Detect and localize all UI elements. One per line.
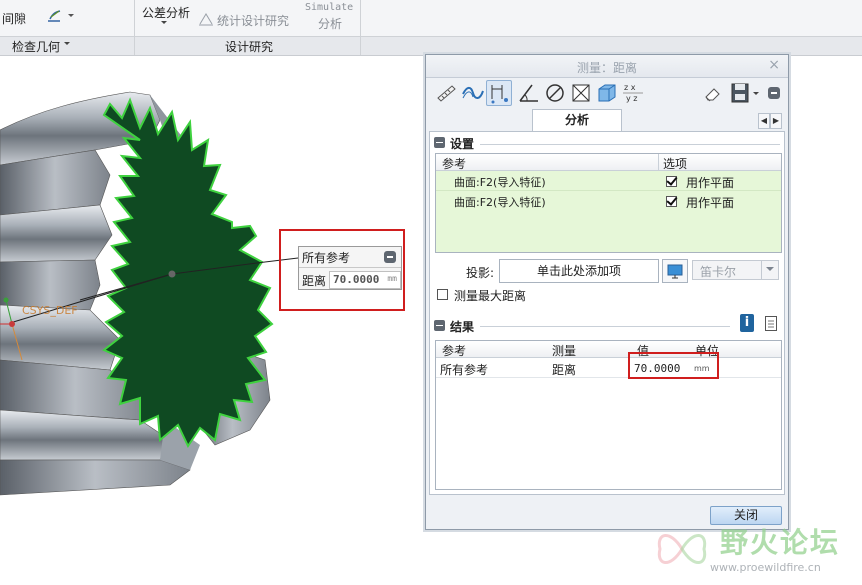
- callout-unit: mm: [387, 274, 397, 283]
- volume-measure-icon[interactable]: [594, 80, 620, 106]
- save-icon[interactable]: [728, 80, 754, 106]
- chevron-down-icon[interactable]: [761, 261, 778, 279]
- table-header: 参考 选项: [436, 154, 781, 171]
- table-row[interactable]: 所有参考 距离 70.0000 mm: [436, 359, 781, 378]
- section-divider: [480, 144, 780, 145]
- table-row[interactable]: 曲面:F2(导入特征) 用作平面: [436, 192, 781, 210]
- svg-text:z x: z x: [624, 83, 636, 92]
- measure-toolbar: z x y z: [432, 80, 784, 108]
- measure-distance-dialog: 测量：距离 × z x y z 分析 ◀ ▶ 设置 参考 选项 曲面:F2(导入特…: [425, 54, 789, 530]
- length-measure-icon[interactable]: [434, 80, 460, 106]
- collapse-dialog-icon[interactable]: [768, 87, 780, 99]
- curve-length-icon[interactable]: [460, 80, 486, 106]
- section-divider: [480, 326, 730, 327]
- butterfly-logo-icon: [657, 534, 707, 564]
- max-distance-checkbox[interactable]: [437, 289, 448, 300]
- dialog-title: 测量：距离: [576, 61, 637, 75]
- option-cell: 用作平面: [686, 176, 735, 190]
- watermark-url: www.proewildfire.cn: [710, 561, 821, 574]
- result-measure: 距离: [552, 363, 577, 377]
- table-header: 参考 测量 值 单位: [436, 341, 781, 358]
- measure-callout[interactable]: 所有参考 距离 70.0000 mm: [298, 246, 402, 290]
- analysis-panel: 设置 参考 选项 曲面:F2(导入特征) 用作平面 曲面:F2(导入特征) 用作…: [429, 131, 785, 495]
- info-icon[interactable]: i: [740, 314, 754, 332]
- setup-section-title: 设置: [450, 137, 475, 151]
- svg-text:y z: y z: [626, 94, 637, 103]
- callout-distance-label: 距离: [302, 274, 327, 288]
- monitor-icon[interactable]: [662, 259, 688, 283]
- eraser-icon[interactable]: [700, 80, 726, 106]
- setup-reference-table[interactable]: 参考 选项 曲面:F2(导入特征) 用作平面 曲面:F2(导入特征) 用作平面: [435, 153, 782, 253]
- tolerance-analysis-button[interactable]: 公差分析: [142, 4, 190, 21]
- distance-measure-icon[interactable]: [486, 80, 512, 106]
- max-distance-label[interactable]: 测量最大距离: [454, 287, 526, 304]
- collapse-icon[interactable]: [384, 251, 396, 263]
- tab-scroll-right-icon[interactable]: ▶: [770, 113, 782, 129]
- table-row[interactable]: 曲面:F2(导入特征) 用作平面: [436, 172, 781, 191]
- results-table[interactable]: 参考 测量 值 单位 所有参考 距离 70.0000 mm: [435, 340, 782, 490]
- col-option: 选项: [663, 157, 688, 171]
- csys-label: CSYS_DEF: [22, 304, 78, 317]
- forum-watermark: 野火论坛 www.proewildfire.cn: [650, 517, 860, 583]
- simulate-label[interactable]: Simulate: [305, 2, 353, 13]
- coordinate-system-value: 笛卡尔: [700, 265, 737, 279]
- option-cell: 用作平面: [686, 196, 735, 210]
- result-value-highlight: [628, 352, 719, 379]
- projection-label: 投影:: [466, 266, 495, 280]
- col-reference: 参考: [442, 157, 467, 171]
- callout-value-field[interactable]: 70.0000 mm: [329, 271, 401, 289]
- tab-analysis[interactable]: 分析: [532, 109, 622, 131]
- close-icon[interactable]: ×: [768, 57, 780, 73]
- angle-measure-icon[interactable]: [516, 80, 542, 106]
- coordinate-system-select[interactable]: 笛卡尔: [692, 260, 779, 280]
- transform-measure-icon[interactable]: z x y z: [620, 80, 646, 106]
- use-as-plane-checkbox[interactable]: [666, 176, 677, 187]
- col-measure: 测量: [552, 344, 577, 358]
- save-dropdown-icon[interactable]: [753, 92, 759, 98]
- inspect-geometry-label[interactable]: 检查几何: [12, 38, 60, 55]
- curvature-analysis-icon[interactable]: [46, 8, 74, 24]
- callout-header-row: 所有参考: [299, 247, 401, 268]
- tab-strip: 分析 ◀ ▶: [432, 109, 782, 131]
- reference-cell: 曲面:F2(导入特征): [454, 196, 546, 209]
- simulate-analysis-label[interactable]: 分析: [318, 15, 342, 32]
- callout-header: 所有参考: [302, 251, 351, 265]
- collapse-icon[interactable]: [434, 137, 445, 148]
- clearance-label[interactable]: 间隙: [2, 10, 26, 27]
- result-reference: 所有参考: [440, 363, 489, 377]
- callout-value-row: 距离 70.0000 mm: [299, 268, 401, 289]
- area-measure-icon[interactable]: [568, 80, 594, 106]
- chevron-down-icon[interactable]: [64, 42, 70, 48]
- stat-design-icon: [198, 12, 214, 26]
- callout-value: 70.0000: [333, 273, 380, 286]
- watermark-title: 野火论坛: [720, 526, 841, 559]
- use-as-plane-checkbox[interactable]: [666, 196, 677, 207]
- dialog-titlebar[interactable]: 测量：距离 ×: [426, 55, 788, 78]
- diameter-measure-icon[interactable]: [542, 80, 568, 106]
- setup-section-header[interactable]: 设置: [434, 135, 774, 151]
- projection-input[interactable]: 单击此处添加项: [499, 259, 659, 283]
- stat-design-button[interactable]: 统计设计研究: [217, 12, 289, 29]
- tolerance-dropdown-icon[interactable]: [161, 21, 167, 27]
- collapse-icon[interactable]: [434, 320, 445, 331]
- col-divider: [658, 154, 659, 170]
- reference-cell: 曲面:F2(导入特征): [454, 176, 546, 189]
- ribbon: 间隙 检查几何 公差分析 统计设计研究 Simulate 分析 设计研究: [0, 0, 862, 56]
- design-study-label: 设计研究: [225, 40, 274, 54]
- tab-scroll-left-icon[interactable]: ◀: [758, 113, 770, 129]
- results-section-title: 结果: [450, 320, 475, 334]
- ribbon-empty-group: [361, 36, 862, 55]
- details-icon[interactable]: [765, 316, 777, 331]
- col-reference: 参考: [442, 344, 467, 358]
